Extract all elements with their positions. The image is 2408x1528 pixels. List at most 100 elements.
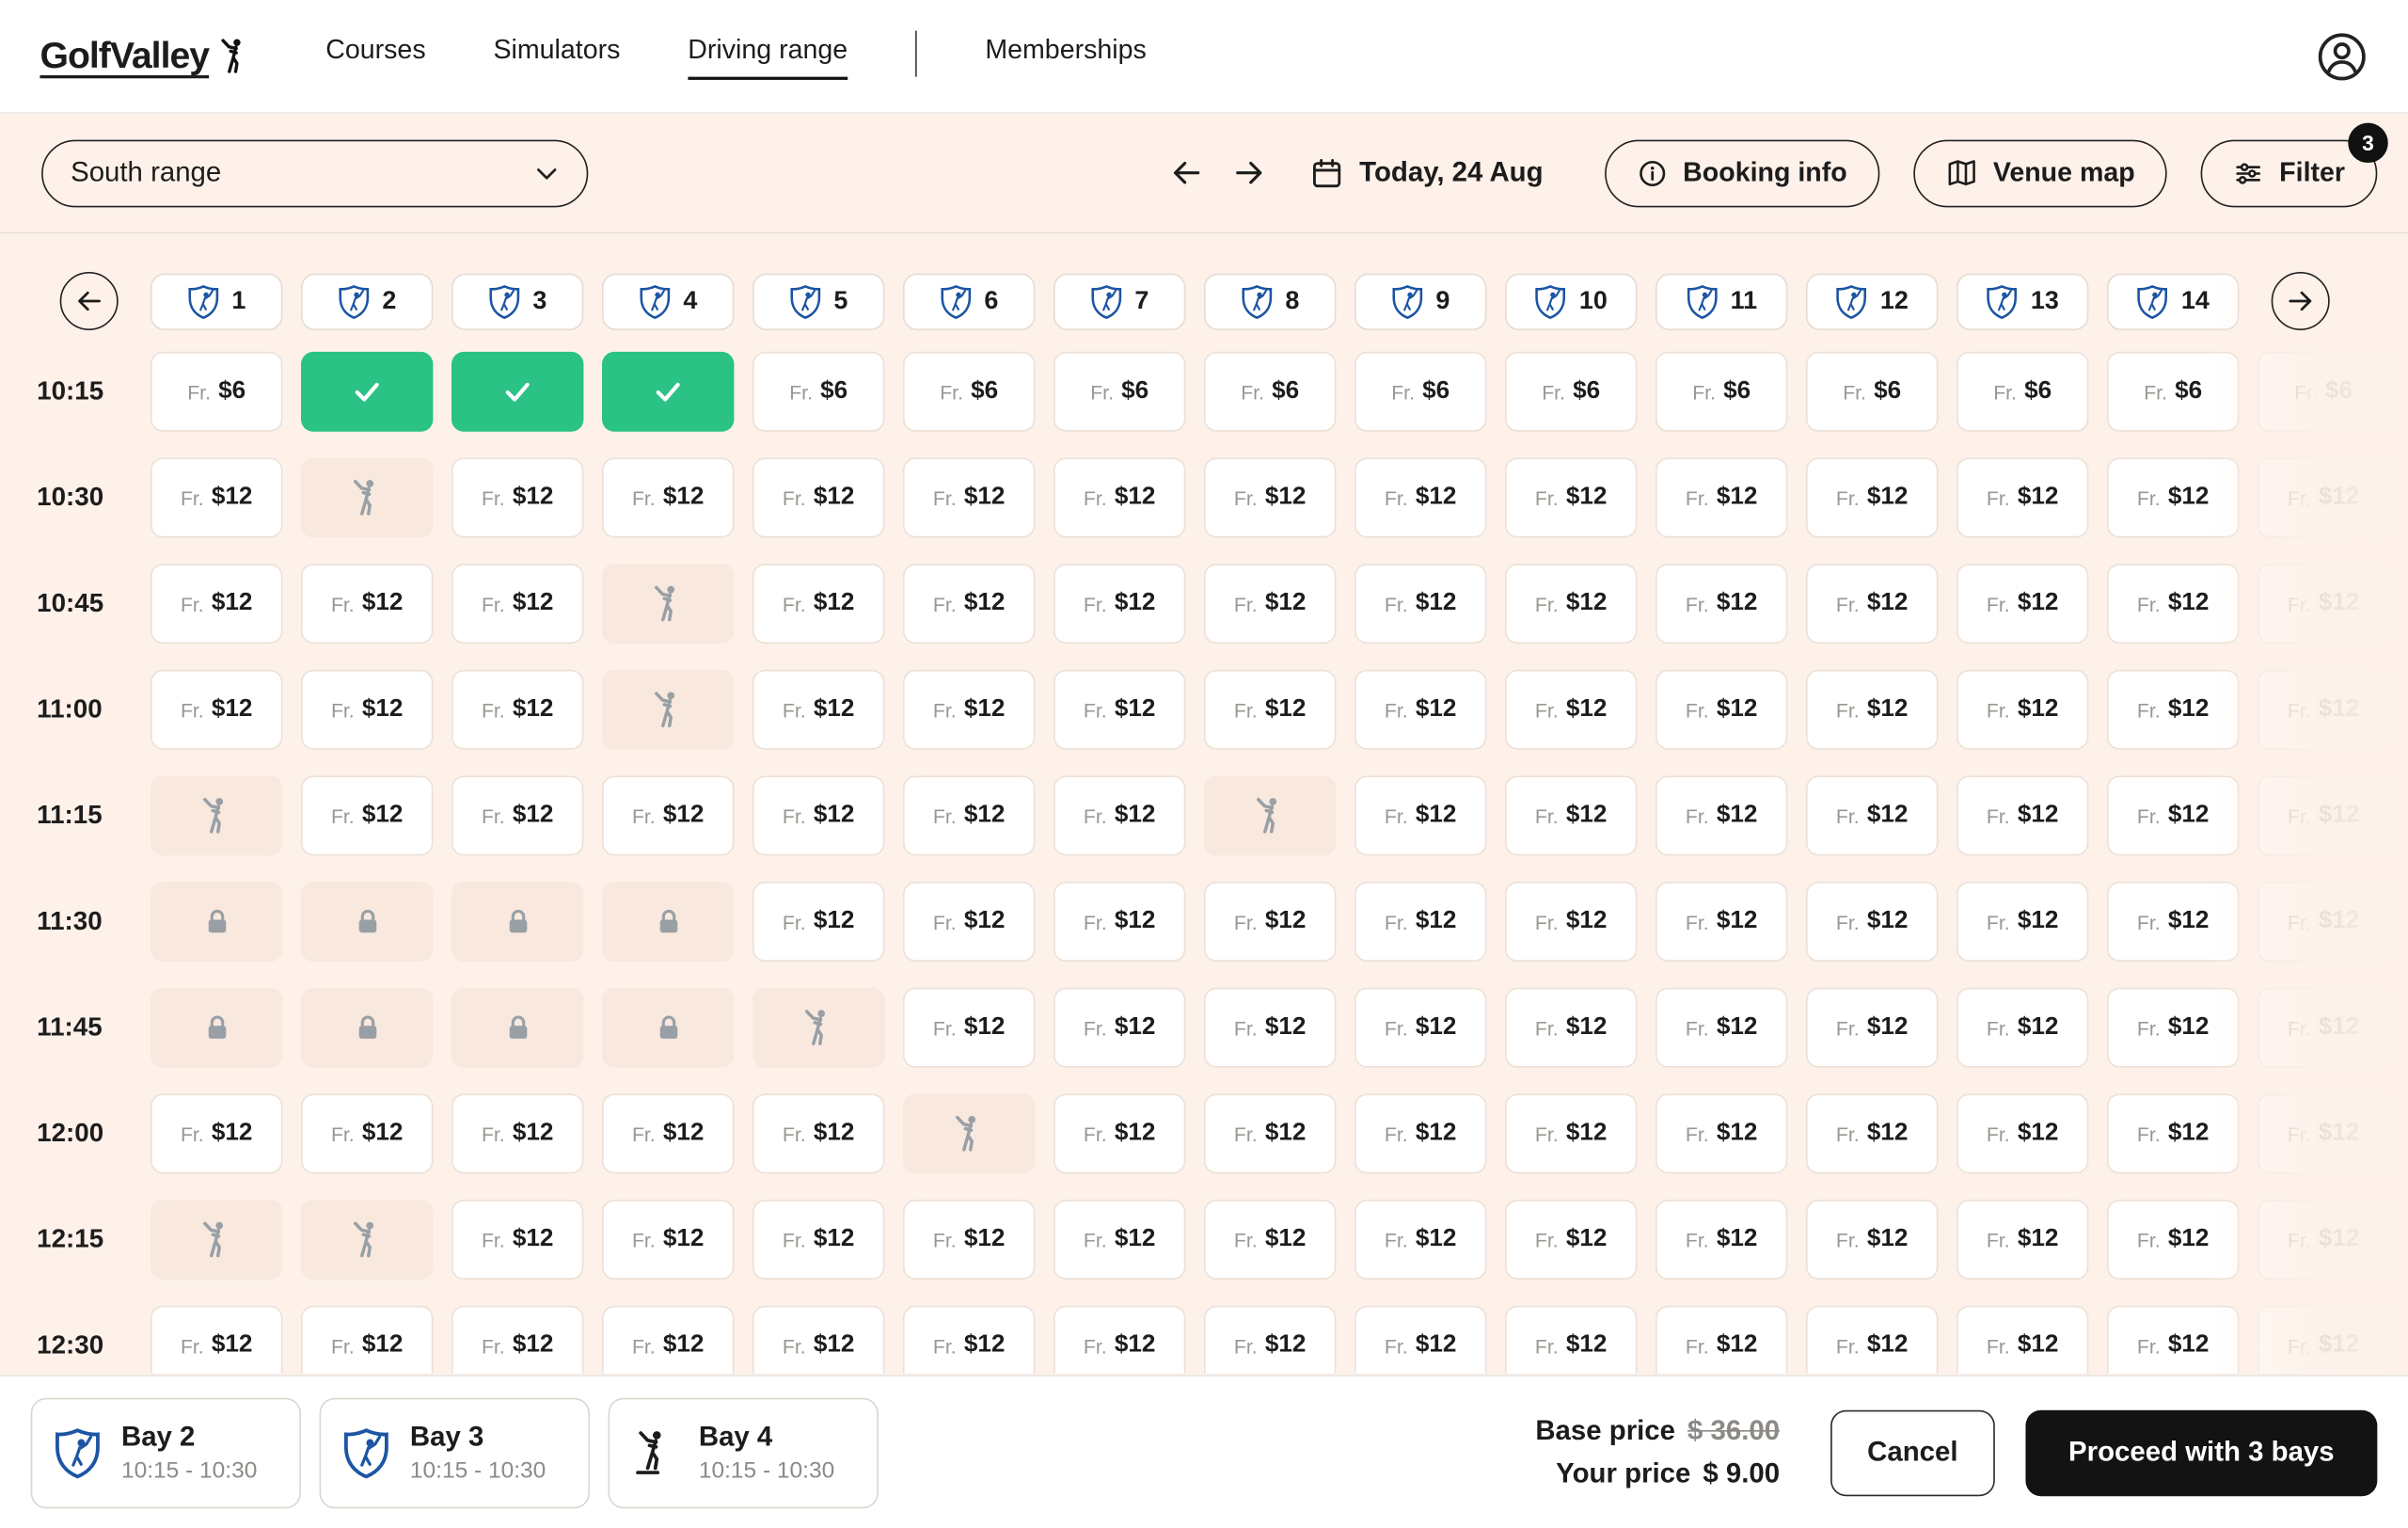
slot-price[interactable]: Fr.$12 — [1505, 882, 1637, 962]
slot-price[interactable]: Fr.$12 — [301, 1306, 433, 1374]
slot-price[interactable]: Fr.$6 — [1956, 352, 2088, 432]
filter-button[interactable]: Filter 3 — [2201, 139, 2377, 207]
slot-price[interactable]: Fr.$12 — [452, 1093, 583, 1173]
slot-price[interactable]: Fr.$12 — [1806, 1200, 1938, 1280]
slot-price[interactable]: Fr.$12 — [452, 1200, 583, 1280]
slot-price[interactable]: Fr.$12 — [1204, 1093, 1336, 1173]
slot-price[interactable]: Fr.$12 — [1956, 988, 2088, 1068]
proceed-button[interactable]: Proceed with 3 bays — [2025, 1409, 2377, 1495]
slot-price[interactable]: Fr.$12 — [1054, 1306, 1185, 1374]
slot-selected[interactable] — [452, 352, 583, 432]
slot-price[interactable]: Fr.$12 — [2258, 775, 2389, 855]
slot-price[interactable]: Fr.$12 — [1956, 882, 2088, 962]
slot-price[interactable]: Fr.$12 — [301, 564, 433, 644]
slot-price[interactable]: Fr.$12 — [1054, 564, 1185, 644]
slot-price[interactable]: Fr.$12 — [1054, 1093, 1185, 1173]
slot-price[interactable]: Fr.$12 — [1806, 670, 1938, 750]
nav-item-memberships[interactable]: Memberships — [985, 33, 1147, 79]
slot-price[interactable]: Fr.$12 — [2107, 458, 2239, 538]
bay-chip-6[interactable]: 6 — [903, 274, 1035, 330]
slot-price[interactable]: Fr.$12 — [301, 1093, 433, 1173]
slot-price[interactable]: Fr.$6 — [1806, 352, 1938, 432]
slot-price[interactable]: Fr.$12 — [452, 564, 583, 644]
slot-price[interactable]: Fr.$12 — [1956, 1200, 2088, 1280]
slot-price[interactable]: Fr.$6 — [150, 352, 282, 432]
nav-item-courses[interactable]: Courses — [325, 33, 425, 79]
scroll-bays-right-button[interactable] — [2272, 272, 2330, 330]
slot-price[interactable]: Fr.$12 — [602, 1200, 734, 1280]
slot-price[interactable]: Fr.$12 — [1505, 458, 1637, 538]
slot-price[interactable]: Fr.$12 — [1956, 458, 2088, 538]
slot-price[interactable]: Fr.$12 — [2107, 775, 2239, 855]
slot-price[interactable]: Fr.$6 — [1054, 352, 1185, 432]
slot-price[interactable]: Fr.$12 — [1956, 564, 2088, 644]
slot-price[interactable]: Fr.$12 — [150, 670, 282, 750]
slot-price[interactable]: Fr.$12 — [1806, 1093, 1938, 1173]
slot-price[interactable]: Fr.$12 — [1354, 775, 1486, 855]
slot-price[interactable]: Fr.$12 — [150, 458, 282, 538]
slot-price[interactable]: Fr.$12 — [2258, 458, 2389, 538]
slot-price[interactable]: Fr.$12 — [452, 458, 583, 538]
slot-price[interactable]: Fr.$12 — [602, 1093, 734, 1173]
slot-price[interactable]: Fr.$12 — [2107, 564, 2239, 644]
cancel-button[interactable]: Cancel — [1830, 1409, 1995, 1495]
slot-price[interactable]: Fr.$12 — [1505, 988, 1637, 1068]
slot-price[interactable]: Fr.$12 — [1204, 458, 1336, 538]
slot-price[interactable]: Fr.$12 — [1656, 775, 1787, 855]
slot-price[interactable]: Fr.$12 — [1656, 1306, 1787, 1374]
slot-price[interactable]: Fr.$12 — [602, 1306, 734, 1374]
slot-price[interactable]: Fr.$12 — [452, 775, 583, 855]
slot-price[interactable]: Fr.$12 — [1956, 1093, 2088, 1173]
slot-price[interactable]: Fr.$12 — [2258, 882, 2389, 962]
range-selector-dropdown[interactable]: South range — [41, 139, 588, 207]
bay-chip-4[interactable]: 4 — [602, 274, 734, 330]
slot-price[interactable]: Fr.$12 — [1204, 988, 1336, 1068]
slot-price[interactable]: Fr.$12 — [1505, 775, 1637, 855]
slot-price[interactable]: Fr.$12 — [903, 670, 1035, 750]
slot-price[interactable]: Fr.$12 — [2258, 1093, 2389, 1173]
slot-price[interactable]: Fr.$12 — [301, 775, 433, 855]
slot-price[interactable]: Fr.$12 — [602, 775, 734, 855]
slot-price[interactable]: Fr.$12 — [1354, 564, 1486, 644]
slot-price[interactable]: Fr.$12 — [1054, 1200, 1185, 1280]
scroll-bays-left-button[interactable] — [60, 272, 119, 330]
slot-price[interactable]: Fr.$12 — [1505, 670, 1637, 750]
venue-map-button[interactable]: Venue map — [1913, 139, 2167, 207]
slot-price[interactable]: Fr.$12 — [301, 670, 433, 750]
slot-price[interactable]: Fr.$12 — [2107, 1306, 2239, 1374]
account-button[interactable] — [2316, 30, 2368, 83]
slot-price[interactable]: Fr.$12 — [903, 988, 1035, 1068]
slot-price[interactable]: Fr.$12 — [903, 775, 1035, 855]
slot-price[interactable]: Fr.$6 — [1656, 352, 1787, 432]
bay-chip-3[interactable]: 3 — [452, 274, 583, 330]
slot-price[interactable]: Fr.$12 — [752, 775, 884, 855]
bay-chip-8[interactable]: 8 — [1204, 274, 1336, 330]
slot-price[interactable]: Fr.$12 — [1806, 882, 1938, 962]
slot-price[interactable]: Fr.$12 — [752, 1200, 884, 1280]
slot-price[interactable]: Fr.$6 — [1204, 352, 1336, 432]
slot-price[interactable]: Fr.$12 — [903, 882, 1035, 962]
slot-price[interactable]: Fr.$12 — [1354, 458, 1486, 538]
slot-price[interactable]: Fr.$12 — [1505, 1093, 1637, 1173]
slot-price[interactable]: Fr.$12 — [2107, 988, 2239, 1068]
slot-price[interactable]: Fr.$12 — [602, 458, 734, 538]
slot-price[interactable]: Fr.$12 — [1354, 670, 1486, 750]
slot-price[interactable]: Fr.$12 — [752, 458, 884, 538]
next-day-button[interactable] — [1232, 155, 1268, 191]
slot-price[interactable]: Fr.$12 — [1054, 988, 1185, 1068]
slot-price[interactable]: Fr.$12 — [903, 1200, 1035, 1280]
slot-price[interactable]: Fr.$12 — [1204, 564, 1336, 644]
bay-chip-14[interactable]: 14 — [2107, 274, 2239, 330]
slot-price[interactable]: Fr.$12 — [903, 458, 1035, 538]
selected-bay-card-2[interactable]: Bay 2 10:15 - 10:30 — [31, 1397, 301, 1508]
slot-price[interactable]: Fr.$12 — [2258, 1306, 2389, 1374]
slot-price[interactable]: Fr.$6 — [1505, 352, 1637, 432]
slot-price[interactable]: Fr.$12 — [2107, 882, 2239, 962]
nav-item-driving-range[interactable]: Driving range — [688, 33, 848, 79]
slot-price[interactable]: Fr.$12 — [1656, 882, 1787, 962]
slot-price[interactable]: Fr.$12 — [2107, 1200, 2239, 1280]
slot-price[interactable]: Fr.$12 — [752, 1306, 884, 1374]
nav-item-simulators[interactable]: Simulators — [493, 33, 620, 79]
slot-price[interactable]: Fr.$12 — [2107, 1093, 2239, 1173]
selected-bay-card-4[interactable]: Bay 4 10:15 - 10:30 — [609, 1397, 879, 1508]
